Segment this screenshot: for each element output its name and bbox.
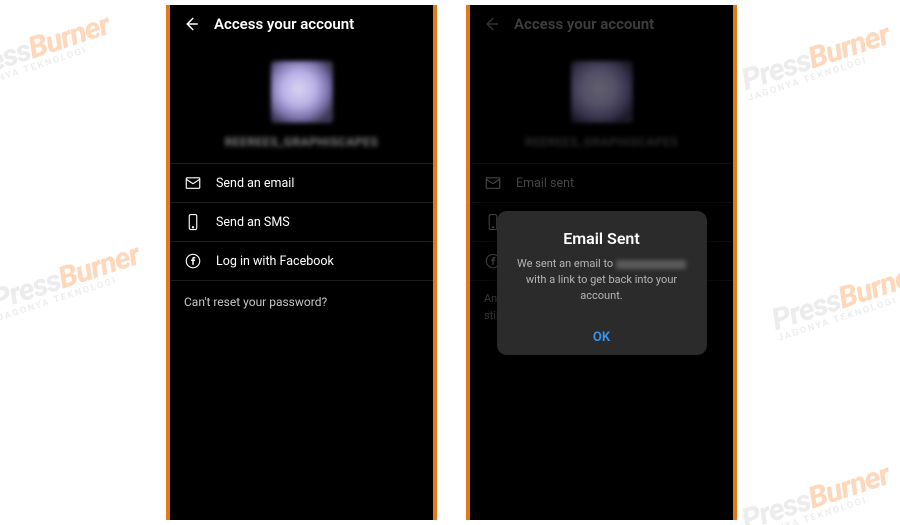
- page-title: Access your account: [214, 15, 354, 33]
- phone-screen-right: Access your account REEREES_GRAPHISCAPES…: [470, 5, 733, 520]
- cant-reset-link[interactable]: Can't reset your password?: [170, 281, 433, 323]
- ok-button[interactable]: OK: [511, 320, 693, 345]
- username: REEREES_GRAPHISCAPES: [225, 135, 378, 149]
- back-arrow-icon[interactable]: [182, 15, 200, 33]
- phone-icon: [184, 213, 202, 231]
- option-label: Send an SMS: [216, 215, 290, 230]
- panel-border: [733, 5, 737, 520]
- panel-border: [433, 5, 437, 520]
- dialog-title: Email Sent: [511, 229, 693, 248]
- facebook-icon: [184, 252, 202, 270]
- options-list: Send an email Send an SMS Log in with Fa…: [170, 163, 433, 281]
- phone-screen-left: Access your account REEREES_GRAPHISCAPES…: [170, 5, 433, 520]
- redacted-email: [616, 260, 686, 269]
- avatar: [271, 61, 333, 123]
- option-send-sms[interactable]: Send an SMS: [170, 203, 433, 242]
- option-send-email[interactable]: Send an email: [170, 164, 433, 203]
- option-label: Send an email: [216, 176, 294, 191]
- option-label: Log in with Facebook: [216, 254, 334, 269]
- dialog-body: We sent an email to with a link to get b…: [511, 256, 693, 304]
- email-sent-dialog: Email Sent We sent an email to with a li…: [497, 211, 707, 355]
- mail-icon: [184, 174, 202, 192]
- header: Access your account: [170, 5, 433, 43]
- profile-block: REEREES_GRAPHISCAPES: [170, 61, 433, 149]
- stage: PressBurnerJAGONYA TEKNOLOGI PressBurner…: [0, 0, 900, 525]
- option-login-facebook[interactable]: Log in with Facebook: [170, 242, 433, 281]
